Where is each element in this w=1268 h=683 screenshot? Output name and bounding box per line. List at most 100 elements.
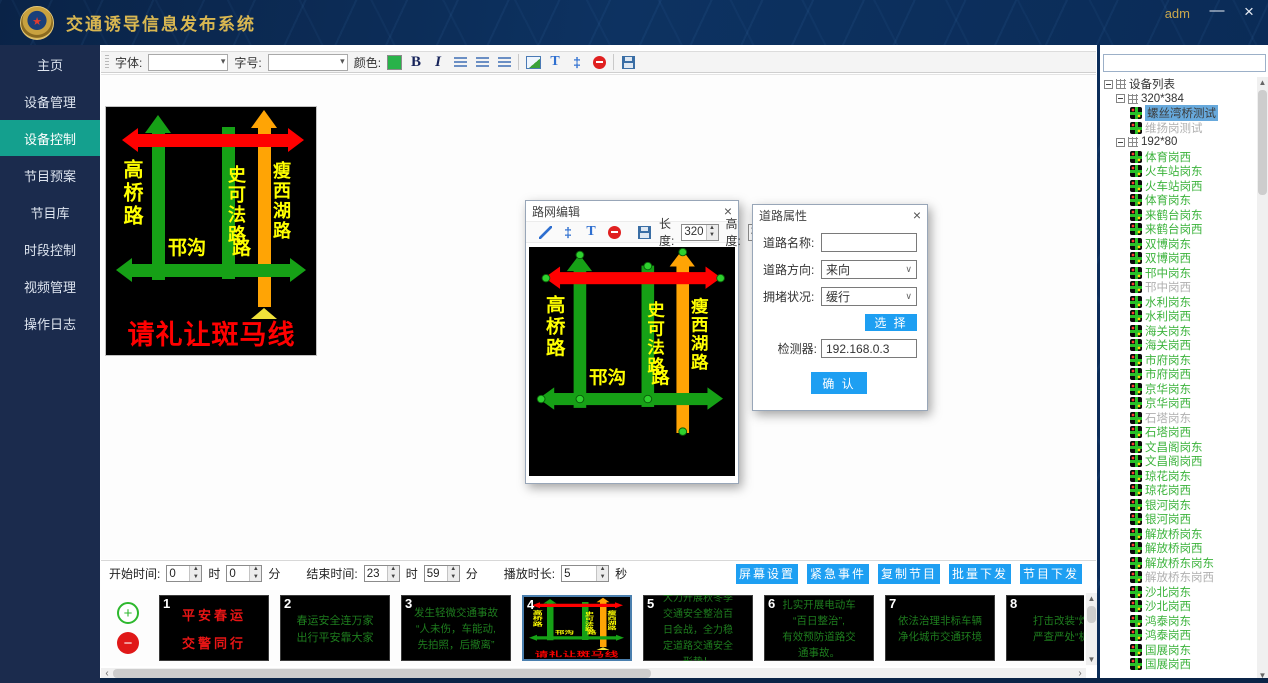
align-right-button[interactable]	[496, 53, 512, 71]
tree-device-京华岗东[interactable]: 京华岗东	[1102, 382, 1257, 397]
end-minute-spinner[interactable]: 59▲▼	[424, 565, 460, 582]
align-center-button[interactable]	[474, 53, 490, 71]
collapse-icon[interactable]	[1116, 138, 1125, 147]
program-thumbnail-2[interactable]: 2春运安全连万家出行平安靠大家	[280, 595, 390, 661]
dialog-titlebar[interactable]: 路网编辑 ×	[526, 201, 738, 221]
tree-device-市府岗东[interactable]: 市府岗东	[1102, 353, 1257, 368]
device-search-input[interactable]	[1103, 54, 1266, 72]
tree-device-市府岗西[interactable]: 市府岗西	[1102, 367, 1257, 382]
start-hour-spinner[interactable]: 0▲▼	[166, 565, 202, 582]
close-button[interactable]: ×	[1238, 2, 1260, 22]
tree-device-文昌阁岗西[interactable]: 文昌阁岗西	[1102, 454, 1257, 469]
action-button-2[interactable]: 紧急事件	[807, 564, 869, 584]
tree-device-体育岗东[interactable]: 体育岗东	[1102, 193, 1257, 208]
sidebar-item-7[interactable]: 视频管理	[0, 268, 100, 304]
color-swatch[interactable]	[387, 55, 402, 70]
add-text-button[interactable]: T	[583, 223, 599, 241]
tree-device-邗中岗西[interactable]: 邗中岗西	[1102, 280, 1257, 295]
road-network-button[interactable]: ‡	[569, 53, 585, 71]
tree-device-银河岗西[interactable]: 银河岗西	[1102, 512, 1257, 527]
detector-input[interactable]: 192.168.0.3	[821, 339, 917, 358]
tree-group-320*384[interactable]: 320*384	[1102, 92, 1257, 107]
tree-device-解放桥岗东[interactable]: 解放桥岗东	[1102, 527, 1257, 542]
congestion-select[interactable]: 缓行	[821, 287, 917, 306]
sidebar-item-3[interactable]: 设备控制	[0, 120, 100, 156]
program-thumbnail-5[interactable]: 5大力开展秋冬季交通安全整治百日会战，全力稳定道路交通安全形势！	[643, 595, 753, 661]
playlist-vertical-scrollbar[interactable]: ▲▼	[1086, 593, 1097, 665]
tree-device-螺丝湾桥测试[interactable]: 螺丝湾桥测试	[1102, 106, 1257, 121]
sidebar-item-6[interactable]: 时段控制	[0, 231, 100, 267]
italic-button[interactable]: I	[430, 53, 446, 71]
align-left-button[interactable]	[452, 53, 468, 71]
action-button-4[interactable]: 批量下发	[949, 564, 1011, 584]
tree-device-来鹤台岗东[interactable]: 来鹤台岗东	[1102, 208, 1257, 223]
length-spinner[interactable]: 320▲▼	[681, 224, 718, 241]
tree-device-银河岗东[interactable]: 银河岗东	[1102, 498, 1257, 513]
duration-spinner[interactable]: 5▲▼	[561, 565, 609, 582]
tree-device-邗中岗东[interactable]: 邗中岗东	[1102, 266, 1257, 281]
tree-device-沙北岗西[interactable]: 沙北岗西	[1102, 599, 1257, 614]
draw-line-button[interactable]	[537, 223, 553, 241]
tree-device-火车站岗东[interactable]: 火车站岗东	[1102, 164, 1257, 179]
tree-device-解放桥岗西[interactable]: 解放桥岗西	[1102, 541, 1257, 556]
add-road-button[interactable]: ‡	[560, 223, 576, 241]
sidebar-item-8[interactable]: 操作日志	[0, 305, 100, 341]
program-thumbnail-8[interactable]: 8打击改装“炸严查严处“机	[1006, 595, 1084, 661]
tree-device-海关岗东[interactable]: 海关岗东	[1102, 324, 1257, 339]
bold-button[interactable]: B	[408, 53, 424, 71]
action-button-5[interactable]: 节目下发	[1020, 564, 1082, 584]
insert-image-button[interactable]	[525, 53, 541, 71]
tree-device-维扬岗测试[interactable]: 维扬岗测试	[1102, 121, 1257, 136]
tree-device-海关岗西[interactable]: 海关岗西	[1102, 338, 1257, 353]
tree-device-水利岗东[interactable]: 水利岗东	[1102, 295, 1257, 310]
add-program-button[interactable]: +	[117, 602, 139, 624]
program-thumbnail-7[interactable]: 7依法治理非标车辆净化城市交通环境	[885, 595, 995, 661]
end-hour-spinner[interactable]: 23▲▼	[364, 565, 400, 582]
tree-device-火车站岗西[interactable]: 火车站岗西	[1102, 179, 1257, 194]
program-thumbnail-6[interactable]: 6扎实开展电动车“百日整治”,有效预防道路交通事故。	[764, 595, 874, 661]
collapse-icon[interactable]	[1104, 80, 1113, 89]
tree-device-京华岗西[interactable]: 京华岗西	[1102, 396, 1257, 411]
dialog-close-icon[interactable]: ×	[913, 208, 921, 222]
led-sign-preview[interactable]: 高桥路史可法路瘦西湖路邗沟路请礼让斑马线	[105, 106, 317, 356]
tree-device-鸿泰岗东[interactable]: 鸿泰岗东	[1102, 614, 1257, 629]
save-button[interactable]	[636, 223, 652, 241]
confirm-button[interactable]: 确 认	[811, 372, 867, 394]
save-button[interactable]	[620, 53, 636, 71]
sidebar-item-2[interactable]: 设备管理	[0, 83, 100, 119]
tree-root[interactable]: 设备列表	[1102, 77, 1257, 92]
program-thumbnail-1[interactable]: 1平安春运交警同行	[159, 595, 269, 661]
road-direction-select[interactable]: 来向	[821, 260, 917, 279]
remove-program-button[interactable]: −	[117, 632, 139, 654]
tree-device-文昌阁岗东[interactable]: 文昌阁岗东	[1102, 440, 1257, 455]
tree-device-体育岗西[interactable]: 体育岗西	[1102, 150, 1257, 165]
tree-device-国展岗西[interactable]: 国展岗西	[1102, 657, 1257, 672]
action-button-1[interactable]: 屏幕设置	[736, 564, 798, 584]
action-button-3[interactable]: 复制节目	[878, 564, 940, 584]
tree-device-解放桥东岗西[interactable]: 解放桥东岗西	[1102, 570, 1257, 585]
tree-device-来鹤台岗西[interactable]: 来鹤台岗西	[1102, 222, 1257, 237]
delete-button[interactable]	[591, 53, 607, 71]
sidebar-item-1[interactable]: 主页	[0, 46, 100, 82]
start-minute-spinner[interactable]: 0▲▼	[226, 565, 262, 582]
road-name-input[interactable]	[821, 233, 917, 252]
road-network-edit-canvas[interactable]: 高桥路史可法路瘦西湖路邗沟路	[529, 247, 735, 476]
tree-device-双博岗东[interactable]: 双博岗东	[1102, 237, 1257, 252]
sidebar-item-4[interactable]: 节目预案	[0, 157, 100, 193]
tree-device-解放桥东岗东[interactable]: 解放桥东岗东	[1102, 556, 1257, 571]
tree-group-192*80[interactable]: 192*80	[1102, 135, 1257, 150]
insert-text-button[interactable]: T	[547, 53, 563, 71]
select-detector-button[interactable]: 选 择	[865, 314, 917, 331]
sidebar-item-5[interactable]: 节目库	[0, 194, 100, 230]
tree-device-鸿泰岗西[interactable]: 鸿泰岗西	[1102, 628, 1257, 643]
tree-device-琼花岗西[interactable]: 琼花岗西	[1102, 483, 1257, 498]
program-thumbnail-3[interactable]: 3发生轻微交通事故“人未伤，车能动,先拍照，后撤离”	[401, 595, 511, 661]
tree-device-国展岗东[interactable]: 国展岗东	[1102, 643, 1257, 658]
program-thumbnail-4[interactable]: 4高桥路史可法路瘦西湖路邗沟路请礼让斑马线	[522, 595, 632, 661]
tree-device-沙北岗东[interactable]: 沙北岗东	[1102, 585, 1257, 600]
device-tree-scrollbar[interactable]: ▲▼	[1257, 77, 1268, 681]
dialog-titlebar[interactable]: 道路属性 ×	[753, 205, 927, 225]
tree-device-石塔岗西[interactable]: 石塔岗西	[1102, 425, 1257, 440]
collapse-icon[interactable]	[1116, 94, 1125, 103]
minimize-button[interactable]: —	[1206, 2, 1228, 19]
